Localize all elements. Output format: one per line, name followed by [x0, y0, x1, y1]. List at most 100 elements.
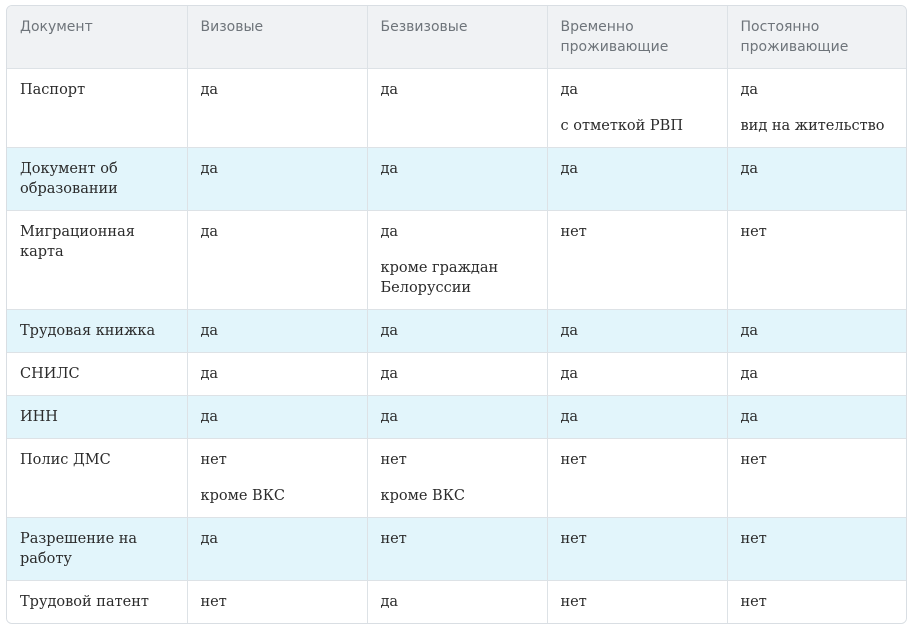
header-visa: Визовые: [186, 6, 367, 69]
table-row: СНИЛС да да да да: [7, 352, 906, 396]
cell-visa: нет кроме ВКС: [186, 438, 367, 518]
cell-document: Документ об образовании: [7, 147, 187, 211]
table-row: Паспорт да да да с отметкой РВП да вид на жите…: [7, 68, 906, 148]
table-header: Документ Визовые Безвизовые Временно про…: [7, 6, 906, 69]
cell-visa-free: да: [366, 309, 547, 353]
cell-note: вид на жительство: [740, 118, 885, 134]
cell-note: кроме ВКС: [200, 488, 286, 504]
cell-visa: да: [186, 517, 367, 581]
cell-value: нет: [740, 452, 767, 468]
cell-value: да: [380, 366, 399, 382]
cell-value: да: [560, 161, 579, 177]
cell-value: да: [740, 323, 759, 339]
cell-permanent: нет: [726, 580, 906, 623]
cell-value: да: [380, 161, 399, 177]
document-name: Паспорт: [20, 82, 86, 98]
cell-note: с отметкой РВП: [560, 118, 684, 134]
cell-value: нет: [740, 531, 767, 547]
cell-document: Разрешение на работу: [7, 517, 187, 581]
cell-permanent: да: [726, 309, 906, 353]
cell-document: Трудовой патент: [7, 580, 187, 623]
cell-value: да: [200, 224, 219, 240]
cell-temporary: нет: [546, 438, 727, 518]
documents-table-container: Документ Визовые Безвизовые Временно про…: [6, 5, 907, 624]
cell-value: да: [380, 323, 399, 339]
cell-value: нет: [560, 531, 587, 547]
cell-visa: да: [186, 395, 367, 439]
cell-value: да: [200, 82, 219, 98]
cell-permanent: нет: [726, 210, 906, 310]
cell-visa: да: [186, 147, 367, 211]
cell-document: Паспорт: [7, 68, 187, 148]
table-body: Паспорт да да да с отметкой РВП да вид на жите…: [7, 68, 906, 623]
cell-value: да: [740, 161, 759, 177]
cell-value: да: [560, 82, 579, 98]
cell-value: да: [380, 82, 399, 98]
document-name: Полис ДМС: [20, 452, 111, 468]
cell-document: Полис ДМС: [7, 438, 187, 518]
table-row: Документ об образовании да да да да: [7, 147, 906, 211]
cell-note: кроме граждан Белоруссии: [380, 260, 499, 296]
cell-permanent: да: [726, 147, 906, 211]
cell-visa-free: нет кроме ВКС: [366, 438, 547, 518]
cell-document: СНИЛС: [7, 352, 187, 396]
cell-note: кроме ВКС: [380, 488, 466, 504]
cell-visa: да: [186, 68, 367, 148]
cell-document: Трудовая книжка: [7, 309, 187, 353]
cell-value: да: [200, 161, 219, 177]
cell-value: да: [560, 323, 579, 339]
cell-visa-free: да: [366, 352, 547, 396]
cell-visa: нет: [186, 580, 367, 623]
cell-value: нет: [560, 594, 587, 610]
cell-visa-free: нет: [366, 517, 547, 581]
header-temporary-residents: Временно проживающие: [546, 6, 727, 69]
table-row: ИНН да да да да: [7, 395, 906, 439]
cell-value: да: [560, 366, 579, 382]
cell-visa-free: да: [366, 395, 547, 439]
cell-value: да: [200, 531, 219, 547]
cell-permanent: нет: [726, 517, 906, 581]
cell-document: ИНН: [7, 395, 187, 439]
table-row: Трудовая книжка да да да да: [7, 309, 906, 353]
cell-temporary: да: [546, 352, 727, 396]
cell-temporary: да с отметкой РВП: [546, 68, 727, 148]
cell-value: да: [380, 409, 399, 425]
header-document: Документ: [7, 6, 187, 69]
table-row: Трудовой патент нет да нет нет: [7, 580, 906, 623]
document-name: СНИЛС: [20, 366, 80, 382]
cell-value: нет: [380, 531, 407, 547]
cell-value: да: [740, 409, 759, 425]
cell-value: нет: [200, 594, 227, 610]
cell-value: да: [380, 224, 399, 240]
cell-temporary: да: [546, 395, 727, 439]
cell-value: да: [200, 366, 219, 382]
cell-visa-free: да: [366, 147, 547, 211]
cell-value: нет: [560, 452, 587, 468]
table-row: Разрешение на работу да нет нет нет: [7, 517, 906, 581]
cell-temporary: да: [546, 147, 727, 211]
cell-permanent: да: [726, 395, 906, 439]
cell-permanent: нет: [726, 438, 906, 518]
documents-table: Документ Визовые Безвизовые Временно про…: [7, 6, 906, 623]
cell-value: нет: [740, 224, 767, 240]
cell-temporary: нет: [546, 210, 727, 310]
table-row: Полис ДМС нет кроме ВКС нет кроме ВКС нет нет: [7, 438, 906, 518]
cell-value: нет: [560, 224, 587, 240]
cell-value: нет: [740, 594, 767, 610]
header-visa-free: Безвизовые: [366, 6, 547, 69]
document-name: Трудовая книжка: [20, 323, 156, 339]
cell-visa-free: да: [366, 68, 547, 148]
cell-temporary: да: [546, 309, 727, 353]
cell-temporary: нет: [546, 517, 727, 581]
cell-visa-free: да кроме граждан Белоруссии: [366, 210, 547, 310]
cell-permanent: да вид на жительство: [726, 68, 906, 148]
cell-temporary: нет: [546, 580, 727, 623]
cell-value: да: [740, 366, 759, 382]
document-name: ИНН: [20, 409, 58, 425]
cell-value: да: [740, 82, 759, 98]
document-name: Документ об образовании: [20, 161, 118, 197]
cell-document: Миграционная карта: [7, 210, 187, 310]
table-row: Миграционная карта да да кроме граждан Бело…: [7, 210, 906, 310]
cell-value: нет: [380, 452, 407, 468]
document-name: Трудовой патент: [20, 594, 149, 610]
